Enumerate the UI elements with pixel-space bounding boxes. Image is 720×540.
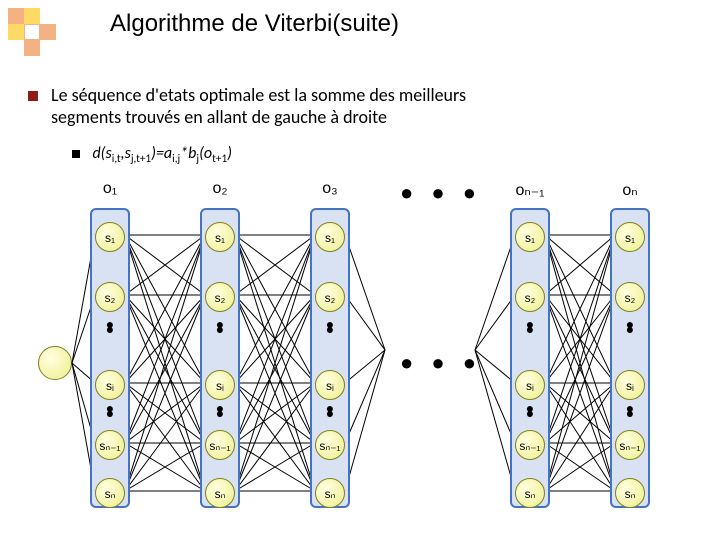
state-node: sₙ [95, 478, 125, 508]
obs-label: o₃ [310, 180, 350, 198]
state-node: sᵢ [205, 370, 235, 400]
obs-label: oₙ [610, 180, 650, 200]
vdots-icon: ●● [320, 406, 340, 416]
state-node: s₂ [615, 282, 645, 312]
vdots-icon: ●● [620, 406, 640, 416]
state-node: sₙ₋₁ [315, 430, 345, 460]
state-node: sᵢ [315, 370, 345, 400]
state-node: s₂ [515, 282, 545, 312]
state-node: sₙ [515, 478, 545, 508]
state-node: sₙ [615, 478, 645, 508]
trellis-edges [50, 180, 690, 520]
vdots-icon: ●● [210, 406, 230, 416]
trellis-column: s₁ s₂ sᵢ sₙ₋₁ sₙ ●● ●● [310, 208, 350, 508]
distance-formula: d(si,t,sj,t+1)=ai,j*bj(ot+1) [92, 144, 232, 163]
start-state [38, 346, 72, 380]
state-node: s₂ [205, 282, 235, 312]
vdots-icon: ●● [100, 322, 120, 332]
hdots-top: ● ● ● [400, 180, 482, 206]
state-node: sₙ₋₁ [615, 430, 645, 460]
obs-label: oₙ₋₁ [510, 180, 550, 200]
state-node: sᵢ [615, 370, 645, 400]
trellis-column: s₁ s₂ sᵢ sₙ₋₁ sₙ ●● ●● [510, 208, 550, 508]
state-node: s₂ [315, 282, 345, 312]
state-node: s₁ [205, 222, 235, 252]
state-node: s₁ [95, 222, 125, 252]
bullet-square-icon [28, 91, 38, 101]
vdots-icon: ●● [320, 322, 340, 332]
trellis-column: s₁ s₂ sᵢ sₙ₋₁ sₙ ●● ●● [90, 208, 130, 508]
vdots-icon: ●● [100, 406, 120, 416]
state-node: sᵢ [515, 370, 545, 400]
bullet-main: Le séquence d'etats optimale est la somm… [28, 84, 466, 128]
bullet-square-icon [72, 150, 80, 158]
slide-logo [8, 8, 56, 56]
state-node: sₙ [315, 478, 345, 508]
vdots-icon: ●● [520, 406, 540, 416]
bullet-formula: d(si,t,sj,t+1)=ai,j*bj(ot+1) [72, 144, 232, 166]
state-node: sᵢ [95, 370, 125, 400]
state-node: sₙ₋₁ [515, 430, 545, 460]
obs-label: o₁ [90, 180, 130, 198]
bullet-text-2: segments trouvés en allant de gauche à d… [51, 106, 387, 128]
vdots-icon: ●● [620, 322, 640, 332]
state-node: s₁ [315, 222, 345, 252]
state-node: sₙ₋₁ [95, 430, 125, 460]
state-node: sₙ₋₁ [205, 430, 235, 460]
obs-label: o₂ [200, 180, 240, 198]
vdots-icon: ●● [210, 322, 230, 332]
state-node: sₙ [205, 478, 235, 508]
trellis-column: s₁ s₂ sᵢ sₙ₋₁ sₙ ●● ●● [200, 208, 240, 508]
state-node: s₁ [515, 222, 545, 252]
trellis-column: s₁ s₂ sᵢ sₙ₋₁ sₙ ●● ●● [610, 208, 650, 508]
bullet-text-1: Le séquence d'etats optimale est la somm… [51, 84, 466, 106]
state-node: s₁ [615, 222, 645, 252]
page-title: Algorithme de Viterbi(suite) [110, 10, 399, 38]
state-node: s₂ [95, 282, 125, 312]
viterbi-trellis: ● ● ● ● ● ● o₁ s₁ s₂ sᵢ sₙ₋₁ sₙ ●● ●● o₂ s₁ s₂ sᵢ sₙ… [50, 180, 690, 520]
vdots-icon: ●● [520, 322, 540, 332]
hdots-mid: ● ● ● [400, 350, 482, 376]
